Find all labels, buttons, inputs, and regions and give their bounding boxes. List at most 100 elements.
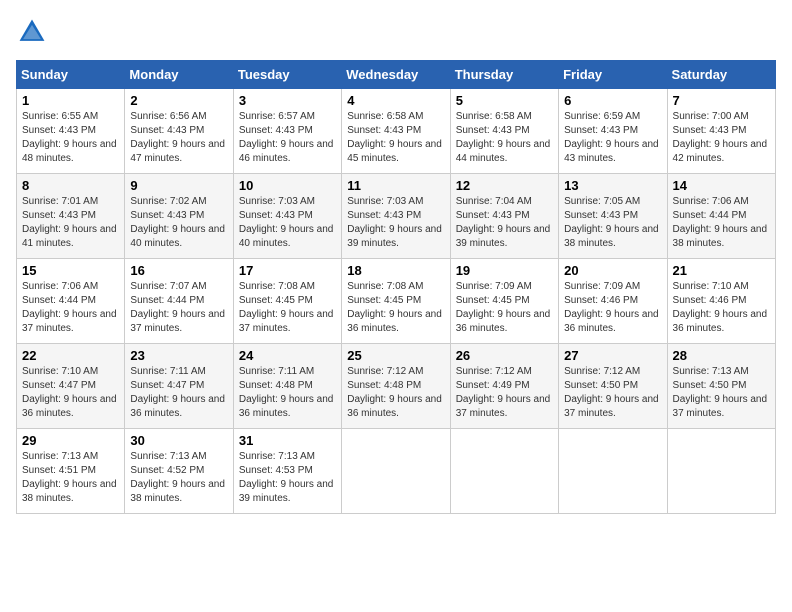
calendar: SundayMondayTuesdayWednesdayThursdayFrid… <box>16 60 776 514</box>
day-info: Sunrise: 7:07 AM Sunset: 4:44 PM Dayligh… <box>130 280 227 336</box>
day-info: Sunrise: 7:12 AM Sunset: 4:50 PM Dayligh… <box>564 365 661 421</box>
day-info: Sunrise: 6:55 AM Sunset: 4:43 PM Dayligh… <box>22 110 119 166</box>
calendar-cell: 29 Sunrise: 7:13 AM Sunset: 4:51 PM Dayl… <box>17 429 125 514</box>
day-info: Sunrise: 6:58 AM Sunset: 4:43 PM Dayligh… <box>456 110 553 166</box>
calendar-cell: 14 Sunrise: 7:06 AM Sunset: 4:44 PM Dayl… <box>667 174 775 259</box>
day-number: 7 <box>673 93 770 108</box>
calendar-cell: 12 Sunrise: 7:04 AM Sunset: 4:43 PM Dayl… <box>450 174 558 259</box>
day-number: 28 <box>673 348 770 363</box>
calendar-cell <box>450 429 558 514</box>
week-row-3: 15 Sunrise: 7:06 AM Sunset: 4:44 PM Dayl… <box>17 259 776 344</box>
day-info: Sunrise: 6:58 AM Sunset: 4:43 PM Dayligh… <box>347 110 444 166</box>
day-info: Sunrise: 7:13 AM Sunset: 4:52 PM Dayligh… <box>130 450 227 506</box>
day-info: Sunrise: 7:02 AM Sunset: 4:43 PM Dayligh… <box>130 195 227 251</box>
calendar-cell: 6 Sunrise: 6:59 AM Sunset: 4:43 PM Dayli… <box>559 89 667 174</box>
calendar-cell: 2 Sunrise: 6:56 AM Sunset: 4:43 PM Dayli… <box>125 89 233 174</box>
day-number: 9 <box>130 178 227 193</box>
day-info: Sunrise: 7:13 AM Sunset: 4:53 PM Dayligh… <box>239 450 336 506</box>
day-number: 18 <box>347 263 444 278</box>
day-info: Sunrise: 7:08 AM Sunset: 4:45 PM Dayligh… <box>347 280 444 336</box>
day-number: 24 <box>239 348 336 363</box>
calendar-cell: 26 Sunrise: 7:12 AM Sunset: 4:49 PM Dayl… <box>450 344 558 429</box>
calendar-cell <box>667 429 775 514</box>
day-info: Sunrise: 7:04 AM Sunset: 4:43 PM Dayligh… <box>456 195 553 251</box>
calendar-cell: 24 Sunrise: 7:11 AM Sunset: 4:48 PM Dayl… <box>233 344 341 429</box>
calendar-cell: 16 Sunrise: 7:07 AM Sunset: 4:44 PM Dayl… <box>125 259 233 344</box>
calendar-cell: 19 Sunrise: 7:09 AM Sunset: 4:45 PM Dayl… <box>450 259 558 344</box>
day-number: 11 <box>347 178 444 193</box>
calendar-cell: 7 Sunrise: 7:00 AM Sunset: 4:43 PM Dayli… <box>667 89 775 174</box>
day-number: 12 <box>456 178 553 193</box>
calendar-cell: 1 Sunrise: 6:55 AM Sunset: 4:43 PM Dayli… <box>17 89 125 174</box>
week-row-2: 8 Sunrise: 7:01 AM Sunset: 4:43 PM Dayli… <box>17 174 776 259</box>
day-number: 29 <box>22 433 119 448</box>
calendar-cell: 3 Sunrise: 6:57 AM Sunset: 4:43 PM Dayli… <box>233 89 341 174</box>
day-number: 26 <box>456 348 553 363</box>
day-number: 23 <box>130 348 227 363</box>
day-info: Sunrise: 7:01 AM Sunset: 4:43 PM Dayligh… <box>22 195 119 251</box>
calendar-cell: 18 Sunrise: 7:08 AM Sunset: 4:45 PM Dayl… <box>342 259 450 344</box>
calendar-cell: 11 Sunrise: 7:03 AM Sunset: 4:43 PM Dayl… <box>342 174 450 259</box>
day-info: Sunrise: 7:13 AM Sunset: 4:50 PM Dayligh… <box>673 365 770 421</box>
weekday-header-wednesday: Wednesday <box>342 61 450 89</box>
calendar-cell: 23 Sunrise: 7:11 AM Sunset: 4:47 PM Dayl… <box>125 344 233 429</box>
weekday-header-friday: Friday <box>559 61 667 89</box>
calendar-cell: 28 Sunrise: 7:13 AM Sunset: 4:50 PM Dayl… <box>667 344 775 429</box>
calendar-cell: 10 Sunrise: 7:03 AM Sunset: 4:43 PM Dayl… <box>233 174 341 259</box>
day-number: 3 <box>239 93 336 108</box>
day-info: Sunrise: 6:56 AM Sunset: 4:43 PM Dayligh… <box>130 110 227 166</box>
calendar-cell: 27 Sunrise: 7:12 AM Sunset: 4:50 PM Dayl… <box>559 344 667 429</box>
week-row-4: 22 Sunrise: 7:10 AM Sunset: 4:47 PM Dayl… <box>17 344 776 429</box>
calendar-cell <box>559 429 667 514</box>
day-number: 31 <box>239 433 336 448</box>
day-info: Sunrise: 7:11 AM Sunset: 4:48 PM Dayligh… <box>239 365 336 421</box>
calendar-cell: 5 Sunrise: 6:58 AM Sunset: 4:43 PM Dayli… <box>450 89 558 174</box>
logo-icon <box>16 16 48 48</box>
day-number: 10 <box>239 178 336 193</box>
calendar-cell: 30 Sunrise: 7:13 AM Sunset: 4:52 PM Dayl… <box>125 429 233 514</box>
calendar-cell: 8 Sunrise: 7:01 AM Sunset: 4:43 PM Dayli… <box>17 174 125 259</box>
weekday-header-sunday: Sunday <box>17 61 125 89</box>
weekday-header-row: SundayMondayTuesdayWednesdayThursdayFrid… <box>17 61 776 89</box>
calendar-cell: 22 Sunrise: 7:10 AM Sunset: 4:47 PM Dayl… <box>17 344 125 429</box>
day-number: 1 <box>22 93 119 108</box>
day-info: Sunrise: 7:11 AM Sunset: 4:47 PM Dayligh… <box>130 365 227 421</box>
day-info: Sunrise: 6:57 AM Sunset: 4:43 PM Dayligh… <box>239 110 336 166</box>
day-info: Sunrise: 7:08 AM Sunset: 4:45 PM Dayligh… <box>239 280 336 336</box>
calendar-cell: 9 Sunrise: 7:02 AM Sunset: 4:43 PM Dayli… <box>125 174 233 259</box>
weekday-header-monday: Monday <box>125 61 233 89</box>
day-info: Sunrise: 7:06 AM Sunset: 4:44 PM Dayligh… <box>22 280 119 336</box>
day-number: 20 <box>564 263 661 278</box>
day-info: Sunrise: 7:00 AM Sunset: 4:43 PM Dayligh… <box>673 110 770 166</box>
day-number: 6 <box>564 93 661 108</box>
day-info: Sunrise: 7:03 AM Sunset: 4:43 PM Dayligh… <box>239 195 336 251</box>
day-info: Sunrise: 7:12 AM Sunset: 4:48 PM Dayligh… <box>347 365 444 421</box>
logo <box>16 16 52 48</box>
day-info: Sunrise: 7:12 AM Sunset: 4:49 PM Dayligh… <box>456 365 553 421</box>
day-number: 5 <box>456 93 553 108</box>
page-header <box>16 16 776 48</box>
day-number: 19 <box>456 263 553 278</box>
day-number: 21 <box>673 263 770 278</box>
weekday-header-tuesday: Tuesday <box>233 61 341 89</box>
calendar-cell: 17 Sunrise: 7:08 AM Sunset: 4:45 PM Dayl… <box>233 259 341 344</box>
day-info: Sunrise: 7:10 AM Sunset: 4:47 PM Dayligh… <box>22 365 119 421</box>
day-number: 30 <box>130 433 227 448</box>
day-info: Sunrise: 6:59 AM Sunset: 4:43 PM Dayligh… <box>564 110 661 166</box>
day-info: Sunrise: 7:10 AM Sunset: 4:46 PM Dayligh… <box>673 280 770 336</box>
day-number: 15 <box>22 263 119 278</box>
day-info: Sunrise: 7:03 AM Sunset: 4:43 PM Dayligh… <box>347 195 444 251</box>
calendar-cell: 15 Sunrise: 7:06 AM Sunset: 4:44 PM Dayl… <box>17 259 125 344</box>
calendar-cell: 31 Sunrise: 7:13 AM Sunset: 4:53 PM Dayl… <box>233 429 341 514</box>
day-number: 14 <box>673 178 770 193</box>
calendar-cell: 13 Sunrise: 7:05 AM Sunset: 4:43 PM Dayl… <box>559 174 667 259</box>
day-info: Sunrise: 7:13 AM Sunset: 4:51 PM Dayligh… <box>22 450 119 506</box>
day-number: 25 <box>347 348 444 363</box>
calendar-cell: 21 Sunrise: 7:10 AM Sunset: 4:46 PM Dayl… <box>667 259 775 344</box>
weekday-header-saturday: Saturday <box>667 61 775 89</box>
day-number: 4 <box>347 93 444 108</box>
day-info: Sunrise: 7:09 AM Sunset: 4:45 PM Dayligh… <box>456 280 553 336</box>
calendar-cell: 25 Sunrise: 7:12 AM Sunset: 4:48 PM Dayl… <box>342 344 450 429</box>
weekday-header-thursday: Thursday <box>450 61 558 89</box>
day-number: 13 <box>564 178 661 193</box>
